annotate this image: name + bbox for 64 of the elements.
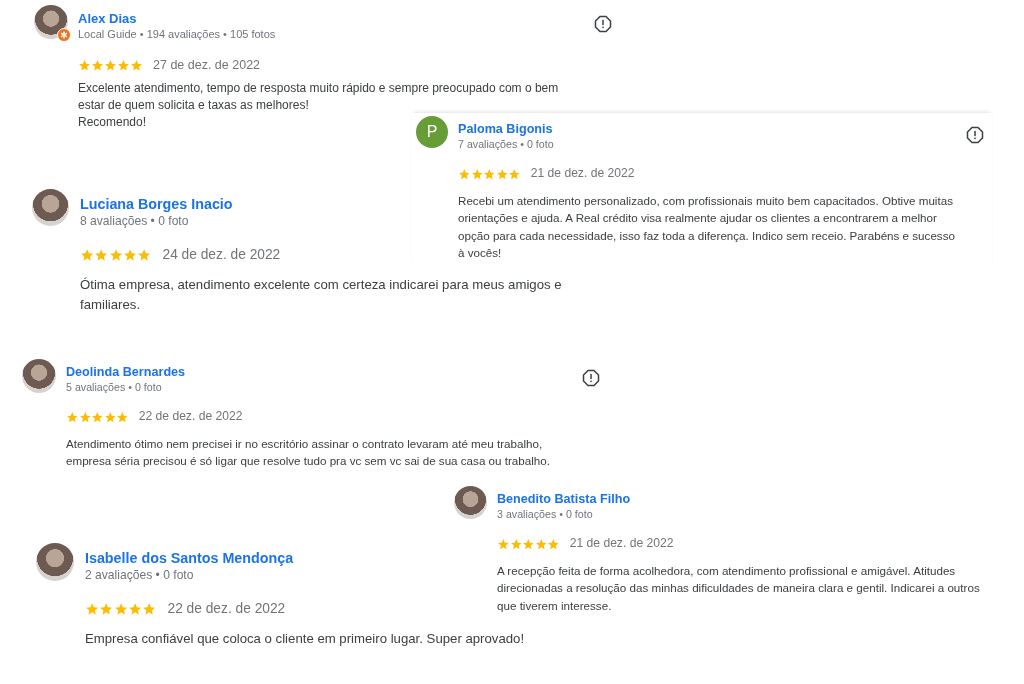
star-icon bbox=[127, 601, 143, 617]
star-icon bbox=[508, 167, 522, 181]
report-icon[interactable] bbox=[966, 125, 984, 144]
star-icon bbox=[142, 601, 157, 617]
reviewer-stats: 5 avaliações • 0 foto bbox=[66, 380, 162, 395]
reviewer-name[interactable]: Luciana Borges Inacio bbox=[80, 189, 233, 214]
review-date: 21 de dez. de 2022 bbox=[569, 536, 674, 552]
reviewer-name[interactable]: Alex Dias bbox=[78, 5, 137, 27]
review-date: 24 de dez. de 2022 bbox=[162, 246, 281, 264]
avatar-photo[interactable] bbox=[34, 5, 68, 39]
star-icon bbox=[534, 537, 548, 551]
star-icon bbox=[99, 601, 114, 617]
review-text: Recomendo! bbox=[78, 114, 147, 131]
star-icon bbox=[113, 601, 128, 617]
star-icon bbox=[78, 58, 91, 72]
star-icon bbox=[85, 601, 100, 617]
review-date: 22 de dez. de 2022 bbox=[167, 600, 286, 618]
star-icon bbox=[547, 537, 561, 551]
review-text: Ótima empresa, atendimento excelente com certeza indicarei para meus amigos e familiares. bbox=[80, 275, 563, 314]
reviewer-name[interactable]: Paloma Bigonis bbox=[458, 116, 553, 138]
star-icon bbox=[103, 410, 117, 424]
star-icon bbox=[66, 410, 79, 424]
star-icon bbox=[495, 167, 509, 181]
star-icon bbox=[108, 247, 123, 263]
review-text: Empresa confiável que coloca o cliente em primeiro lugar. Super aprovado! bbox=[85, 629, 525, 648]
star-icon bbox=[137, 247, 152, 263]
star-icon bbox=[91, 410, 104, 424]
star-icon bbox=[470, 167, 484, 181]
star-icon bbox=[130, 58, 143, 72]
star-icon bbox=[522, 537, 535, 551]
star-icon bbox=[80, 247, 95, 263]
star-icon bbox=[509, 537, 523, 551]
star-icon bbox=[104, 58, 117, 72]
star-icon bbox=[117, 58, 130, 72]
review-text: Atendimento ótimo nem precisei ir no escritório assinar o contrato levaram até meu trabalho, empresa séria precisou é só ligar que resolve tudo pra vc sem vc sai de sua casa ou trabalho. bbox=[66, 435, 551, 470]
reviewer-name[interactable]: Benedito Batista Filho bbox=[497, 486, 631, 508]
review-text: Excelente atendimento, tempo de resposta muito rápido e sempre preocupado com o bem estar de quem solicita e taxas as melhores! bbox=[78, 80, 560, 114]
star-icon bbox=[91, 58, 104, 72]
report-icon[interactable] bbox=[582, 368, 600, 387]
review-text: Recebi um atendimento personalizado, com profissionais muito bem capacitados. Obtive muitas orientações e ajuda. A Real crédito visa realmente ajudar os clientes a encontrarem a melhor opção para cada necessidade, isso faz toda a diferença. Indico sem receio. Parabéns e sucesso à vocês! bbox=[458, 192, 956, 261]
avatar-photo[interactable] bbox=[36, 543, 74, 581]
star-icon bbox=[122, 247, 138, 263]
avatar-photo[interactable] bbox=[22, 359, 56, 393]
report-icon[interactable] bbox=[594, 15, 612, 33]
reviewer-stats: 8 avaliações • 0 foto bbox=[80, 213, 189, 230]
reviewer-name[interactable]: Deolinda Bernardes bbox=[66, 359, 186, 381]
review-text: A recepção feita de forma acolhedora, com atendimento profissional e amigável. Atitudes direcionadas a resolução das minhas dificuldades de maneira clara e gentil. Indicarei a outros que tiverem interesse. bbox=[497, 562, 981, 614]
star-icon bbox=[458, 167, 471, 181]
avatar-photo[interactable] bbox=[32, 189, 69, 226]
reviewer-name[interactable]: Isabelle dos Santos Mendonça bbox=[85, 543, 294, 568]
review-date: 21 de dez. de 2022 bbox=[530, 166, 635, 182]
star-icon bbox=[94, 247, 109, 263]
avatar-photo[interactable] bbox=[454, 486, 487, 519]
avatar-initial[interactable]: P bbox=[416, 116, 448, 148]
reviewer-stats: 2 avaliações • 0 foto bbox=[85, 567, 194, 584]
reviewer-stats: Local Guide • 194 avaliações • 105 fotos bbox=[78, 27, 276, 42]
star-icon bbox=[78, 410, 92, 424]
star-icon bbox=[483, 167, 496, 181]
star-icon bbox=[116, 410, 130, 424]
review-date: 22 de dez. de 2022 bbox=[138, 409, 243, 425]
reviewer-stats: 7 avaliações • 0 foto bbox=[458, 137, 554, 152]
star-icon bbox=[497, 537, 510, 551]
reviewer-stats: 3 avaliações • 0 foto bbox=[497, 507, 593, 522]
review-date: 27 de dez. de 2022 bbox=[153, 57, 261, 73]
